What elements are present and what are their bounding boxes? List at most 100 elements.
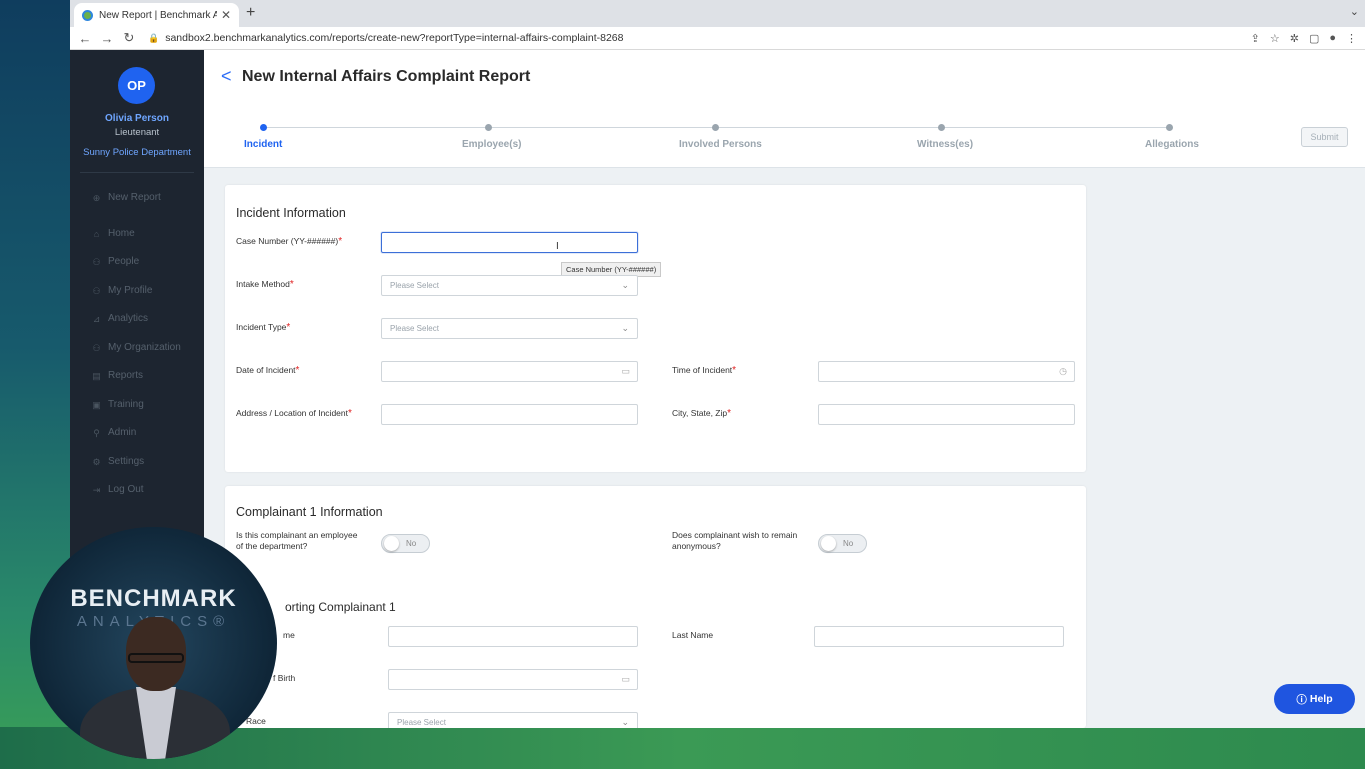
sidebar-item-settings[interactable]: ⚙ Settings — [91, 456, 144, 467]
address-bar: ← → ↻ 🔒 sandbox2.benchmarkanalytics.com/… — [70, 27, 1365, 50]
sidebar-item-my-organization[interactable]: ⚇ My Organization — [91, 342, 181, 353]
sidebar-divider — [80, 172, 194, 173]
step-dot-involved-persons[interactable] — [712, 124, 719, 131]
tab-strip: New Report | Benchmark Analy ✕ + ⌄ — [70, 0, 1365, 27]
tab-title: New Report | Benchmark Analy — [99, 9, 217, 21]
favicon-icon — [82, 9, 93, 21]
intake-method-select[interactable]: Please Select ⌄ — [381, 275, 638, 296]
anonymous-question-label: Does complainant wish to remain anonymou… — [672, 530, 798, 551]
incident-type-select[interactable]: Please Select ⌄ — [381, 318, 638, 339]
back-icon[interactable]: ← — [74, 31, 96, 46]
star-icon[interactable]: ☆ — [1270, 32, 1280, 45]
case-number-label: Case Number (YY-######)* — [236, 236, 343, 247]
date-of-birth-label: f Birth — [273, 673, 296, 683]
tab-involved-persons[interactable]: Involved Persons — [679, 139, 762, 150]
menu-icon[interactable]: ⋮ — [1346, 32, 1357, 45]
logout-icon: ⇥ — [92, 484, 101, 495]
sidebar-item-label: Home — [108, 228, 135, 239]
complainant-information-card: Complainant 1 Information Is this compla… — [225, 486, 1086, 728]
city-state-zip-input[interactable] — [818, 404, 1075, 425]
calendar-icon[interactable]: ▭ — [621, 674, 630, 685]
sidebar-item-analytics[interactable]: ⊿ Analytics — [91, 313, 148, 324]
city-state-zip-label: City, State, Zip* — [672, 408, 732, 419]
lock-icon[interactable]: 🔒 — [148, 33, 159, 44]
profile-icon[interactable]: ● — [1329, 32, 1336, 45]
clock-icon[interactable]: ◷ — [1059, 366, 1067, 377]
text-cursor-icon: I — [556, 241, 559, 252]
step-dot-employees[interactable] — [485, 124, 492, 131]
toggle-knob — [821, 536, 836, 551]
time-of-incident-label: Time of Incident* — [672, 365, 737, 376]
forward-icon[interactable]: → — [96, 31, 118, 46]
sidebar-item-home[interactable]: ⌂ Home — [91, 228, 135, 239]
user-name: Olivia Person — [105, 113, 169, 124]
sidebar-item-label: Training — [108, 399, 144, 410]
admin-icon: ⚲ — [93, 427, 100, 438]
sidebar-item-training[interactable]: ▣ Training — [91, 399, 144, 410]
share-icon[interactable]: ⇪ — [1251, 32, 1260, 45]
tab-allegations[interactable]: Allegations — [1145, 139, 1199, 150]
sidebar-item-new-report[interactable]: ⊕ New Report — [91, 192, 161, 203]
plus-circle-icon: ⊕ — [92, 192, 101, 203]
first-name-input[interactable] — [388, 626, 638, 647]
help-button[interactable]: ⓘ Help — [1274, 684, 1355, 714]
anonymous-toggle[interactable]: No — [818, 534, 867, 553]
watermark-benchmark: BENCHMARK — [70, 585, 237, 612]
browser-tab[interactable]: New Report | Benchmark Analy ✕ — [74, 3, 239, 27]
help-icon: ⓘ — [1296, 693, 1307, 706]
home-icon: ⌂ — [93, 228, 100, 239]
sidebar-item-log-out[interactable]: ⇥ Log Out — [91, 484, 144, 495]
time-of-incident-input[interactable]: ◷ — [818, 361, 1075, 382]
incident-type-label: Incident Type* — [236, 322, 291, 333]
date-of-incident-input[interactable]: ▭ — [381, 361, 638, 382]
step-dot-allegations[interactable] — [1166, 124, 1173, 131]
sidebar-item-my-profile[interactable]: ⚇ My Profile — [91, 285, 152, 296]
sidebar-item-people[interactable]: ⚇ People — [91, 256, 139, 267]
gear-icon: ⚙ — [92, 456, 101, 467]
sidebar-item-label: My Profile — [108, 285, 153, 296]
submit-button[interactable]: Submit — [1301, 127, 1348, 147]
step-dot-incident[interactable] — [260, 124, 267, 131]
organization-icon: ⚇ — [92, 342, 101, 353]
tab-list-chevron-icon[interactable]: ⌄ — [1350, 5, 1359, 18]
intake-method-label: Intake Method* — [236, 279, 294, 290]
user-rank: Lieutenant — [114, 127, 160, 138]
extensions-icon[interactable]: ✲ — [1290, 32, 1299, 45]
url-text[interactable]: sandbox2.benchmarkanalytics.com/reports/… — [165, 32, 1250, 44]
step-dot-witnesses[interactable] — [938, 124, 945, 131]
last-name-input[interactable] — [814, 626, 1064, 647]
presenter-glasses — [128, 653, 184, 663]
date-of-birth-input[interactable]: ▭ — [388, 669, 638, 690]
close-tab-icon[interactable]: ✕ — [221, 8, 231, 22]
chevron-down-icon: ⌄ — [621, 717, 629, 727]
case-number-input[interactable] — [381, 232, 638, 253]
sidebar-item-label: People — [108, 256, 140, 267]
avatar[interactable]: OP — [118, 67, 155, 104]
reload-icon[interactable]: ↻ — [118, 30, 140, 46]
section-title: Complainant 1 Information — [236, 505, 383, 519]
sidebar-item-label: Admin — [108, 427, 137, 438]
race-select[interactable]: Please Select ⌄ — [388, 712, 638, 728]
date-of-incident-label: Date of Incident* — [236, 365, 300, 376]
last-name-label: Last Name — [672, 630, 714, 640]
tab-witnesses[interactable]: Witness(es) — [917, 139, 973, 150]
toggle-knob — [384, 536, 399, 551]
sidebar-item-admin[interactable]: ⚲ Admin — [91, 427, 136, 438]
tab-incident[interactable]: Incident — [244, 139, 282, 150]
sidebar-item-reports[interactable]: ▤ Reports — [91, 370, 143, 381]
webcam-overlay: BENCHMARK ANALYTICS® — [30, 527, 277, 759]
address-input[interactable] — [381, 404, 638, 425]
first-name-label: me — [283, 630, 295, 640]
incident-information-card: Incident Information Case Number (YY-###… — [225, 185, 1086, 472]
sidebar-item-label: Settings — [108, 456, 145, 467]
tab-employees[interactable]: Employee(s) — [462, 139, 521, 150]
sidebar-item-label: My Organization — [108, 342, 181, 353]
back-arrow-icon[interactable]: < — [221, 66, 232, 87]
sidebar-item-label: Log Out — [108, 484, 144, 495]
calendar-icon[interactable]: ▭ — [621, 366, 630, 377]
sidebar-item-label: New Report — [108, 192, 161, 203]
sidepanel-icon[interactable]: ▢ — [1309, 32, 1319, 45]
new-tab-icon[interactable]: + — [246, 4, 255, 22]
sidebar-item-label: Analytics — [108, 313, 149, 324]
employee-toggle[interactable]: No — [381, 534, 430, 553]
